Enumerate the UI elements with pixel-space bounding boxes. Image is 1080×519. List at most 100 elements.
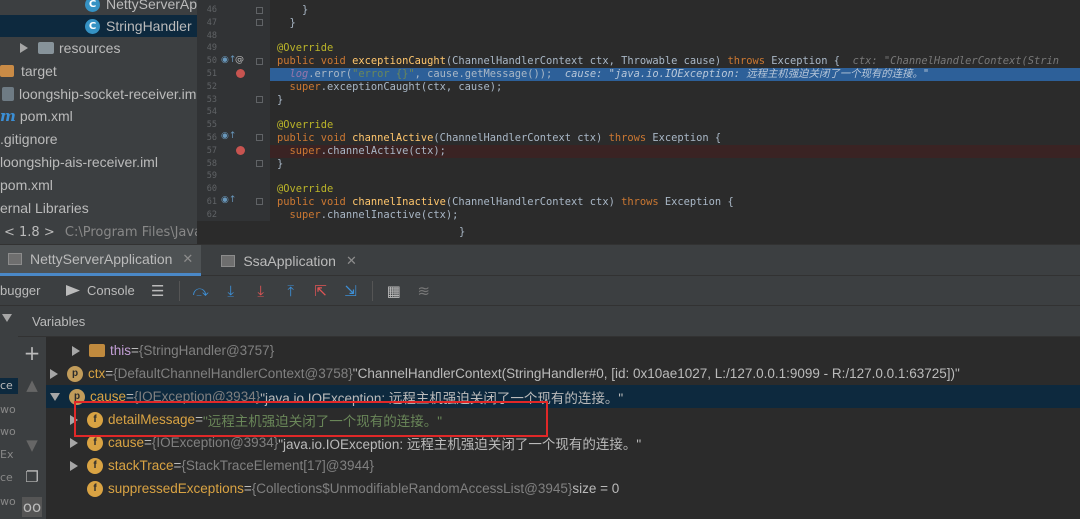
field-icon: f [87,480,103,497]
tree-item-nettyserverapp[interactable]: C NettyServerApp [0,0,197,15]
line-number: 55 [206,120,217,131]
run-config-icon [8,253,22,265]
sdk-breadcrumb: < 1.8 > C:\Program Files\Java\jc } [0,221,1080,244]
field-icon: f [87,457,103,474]
code-line: @Override [277,183,334,196]
add-watch-icon[interactable]: + [22,343,42,363]
expand-arrow-icon[interactable] [70,460,78,471]
parameter-icon: p [67,365,83,382]
module-file-icon [2,87,14,101]
watch-glasses-icon[interactable]: oo [22,497,42,517]
step-over-icon[interactable]: ⤓ [220,280,242,302]
close-icon[interactable]: ✕ [182,251,193,267]
line-number: 47 [206,17,217,28]
debugger-tab[interactable]: bugger [0,283,60,298]
code-line: } [277,157,284,170]
code-line: super.channelInactive(ctx); [289,208,459,221]
close-icon[interactable]: ✕ [346,253,357,269]
tab-nettyserverapplication[interactable]: NettyServerApplication ✕ [0,245,202,276]
trace-icon[interactable]: ≋ [413,280,435,302]
show-execution-point-icon[interactable]: ⤼ [190,280,212,302]
arrow-up-icon[interactable]: ▲ [22,375,42,395]
code-line: } [197,221,1080,244]
frame-item[interactable]: ce [0,470,18,486]
line-number: 51 [206,69,217,79]
breakpoint-icon[interactable] [236,146,245,155]
frames-panel-edge: ce wo wo Ex ce wo [0,306,18,519]
folder-icon [0,65,14,77]
line-number: 53 [206,94,217,105]
tree-item-ais-iml[interactable]: loongship-ais-receiver.iml [0,151,197,173]
fold-marker-icon[interactable] [256,58,263,65]
code-line: @Override [277,119,334,132]
project-tree: C NettyServerApp C StringHandler resourc… [0,0,197,244]
force-step-into-icon[interactable]: ⤓ [250,280,272,302]
code-editor[interactable]: } } @Override public void exceptionCaugh… [270,0,1080,244]
tree-item-pom[interactable]: m pom.xml [0,105,197,127]
debug-run-tabs: NettyServerApplication ✕ SsaApplication … [0,244,1080,276]
line-number: 58 [206,158,217,169]
frame-item[interactable]: Ex [0,447,18,463]
run-to-cursor-icon[interactable]: ⇲ [340,280,362,302]
tab-ssaapplication[interactable]: SsaApplication ✕ [213,245,365,276]
fold-marker-icon[interactable] [256,160,263,167]
step-out-icon[interactable]: ⤒ [280,280,302,302]
fold-marker-icon[interactable] [256,19,263,26]
fold-marker-icon[interactable] [256,198,263,205]
arrow-down-icon[interactable]: ▼ [22,435,42,455]
expand-arrow-icon[interactable] [20,43,28,53]
line-number: 54 [206,107,217,118]
breakpoint-icon[interactable] [236,69,245,78]
highlight-annotation-box [74,401,548,437]
collapse-arrow-icon[interactable] [2,314,12,322]
frame-item[interactable]: ce [0,378,18,394]
variable-row[interactable]: p ctx = {DefaultChannelHandlerContext@37… [46,362,1080,385]
variable-row[interactable]: this = {StringHandler@3757} [46,339,1080,362]
class-icon: C [85,18,100,34]
expand-arrow-icon[interactable] [72,345,80,356]
line-number: 57 [206,145,217,156]
console-tab[interactable]: Console [66,283,135,298]
expand-arrow-icon[interactable] [50,368,58,379]
current-execution-line: log.error("error {}", cause.getMessage()… [270,68,1080,81]
override-marker-icon[interactable]: ◉↑ [221,131,236,141]
fold-marker-icon[interactable] [256,134,263,141]
sdk-entry[interactable]: < 1.8 > C:\Program Files\Java\jc [0,221,217,244]
frame-item[interactable]: wo [0,424,18,440]
folder-icon [38,42,54,54]
fold-marker-icon[interactable] [256,96,263,103]
line-number: 56 [206,133,217,143]
code-line: public void channelInactive(ChannelHandl… [277,196,734,208]
sdk-path: C:\Program Files\Java\jc [64,225,218,240]
line-number: 49 [206,43,217,54]
evaluate-expression-icon[interactable]: ▦ [383,280,405,302]
collapse-arrow-icon[interactable] [50,392,60,401]
variable-row[interactable]: f suppressedExceptions = {Collections$Un… [46,477,1080,500]
sdk-version: < 1.8 > [4,225,55,240]
fold-marker-icon[interactable] [256,7,263,14]
override-marker-icon[interactable]: ◉↑ [221,195,236,205]
line-number: 46 [206,5,217,15]
code-line: } [277,93,284,106]
code-line: } [302,4,309,16]
tree-item-gitignore[interactable]: .gitignore [0,128,197,150]
expand-arrow-icon[interactable] [70,437,78,448]
tree-item-target[interactable]: target [0,60,197,82]
menu-lines-icon[interactable]: ☰ [147,280,169,302]
line-number: 48 [206,30,217,41]
tree-item-resources[interactable]: resources [0,37,197,59]
tree-item-pom-root[interactable]: pom.xml [0,174,197,196]
frame-item[interactable]: wo [0,494,18,510]
tree-item-external-libraries[interactable]: ernal Libraries [0,197,197,219]
line-number: 61 [206,197,217,207]
drop-frame-icon[interactable]: ⇱ [310,280,332,302]
tree-item-stringhandler[interactable]: C StringHandler [0,15,197,37]
tree-item-socket-iml[interactable]: loongship-socket-receiver.im [0,83,197,105]
variable-row[interactable]: f stackTrace = {StackTraceElement[17]@39… [46,454,1080,477]
code-line: public void exceptionCaught(ChannelHandl… [277,55,1060,68]
maven-icon: m [0,107,16,125]
frame-item[interactable]: wo [0,402,18,418]
debug-toolbar: bugger Console ☰ ⤼ ⤓ ⤓ ⤒ ⇱ ⇲ ▦ ≋ [0,276,1080,306]
copy-icon[interactable]: ❐ [22,467,42,487]
line-number: 60 [206,184,217,195]
